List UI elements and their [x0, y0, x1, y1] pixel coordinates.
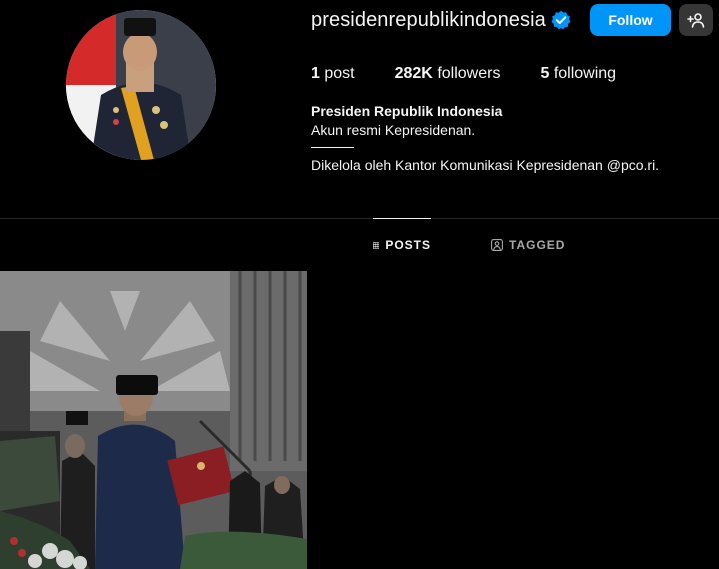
post-image	[0, 271, 307, 569]
posts-count-label: post	[324, 65, 355, 82]
profile-bio: Akun resmi Kepresidenan.	[311, 122, 476, 138]
tab-tagged-label: TAGGED	[509, 238, 566, 252]
verified-badge-icon	[551, 10, 571, 30]
following-link[interactable]: 5 following	[540, 65, 616, 83]
following-count-label: following	[553, 65, 617, 82]
profile-username: presidenrepublikindonesia	[311, 9, 546, 31]
followers-count-value: 282K	[394, 65, 433, 82]
add-person-icon	[687, 13, 705, 28]
followers-count-label: followers	[437, 65, 501, 82]
following-count-value: 5	[540, 65, 550, 82]
profile-display-name: Presiden Republik Indonesia	[311, 103, 503, 119]
bio-separator	[311, 147, 354, 148]
post-thumbnail[interactable]	[0, 271, 307, 569]
avatar-image	[66, 10, 216, 160]
tabs-divider	[0, 218, 719, 219]
profile-managed-by: Dikelola oleh Kantor Komunikasi Kepresid…	[311, 157, 660, 173]
tagged-icon	[491, 239, 503, 251]
posts-count: 1 post	[311, 65, 355, 83]
profile-stats: 1 post 282K followers 5 following	[311, 65, 656, 83]
grid-icon	[373, 241, 380, 249]
posts-count-value: 1	[311, 65, 320, 82]
follow-button[interactable]: Follow	[590, 4, 671, 36]
tab-posts-label: POSTS	[385, 238, 431, 252]
profile-avatar[interactable]	[66, 10, 216, 160]
followers-link[interactable]: 282K followers	[395, 65, 501, 83]
suggested-users-button[interactable]	[679, 4, 713, 36]
tab-posts[interactable]: POSTS	[373, 218, 431, 271]
tab-tagged[interactable]: TAGGED	[491, 219, 565, 271]
